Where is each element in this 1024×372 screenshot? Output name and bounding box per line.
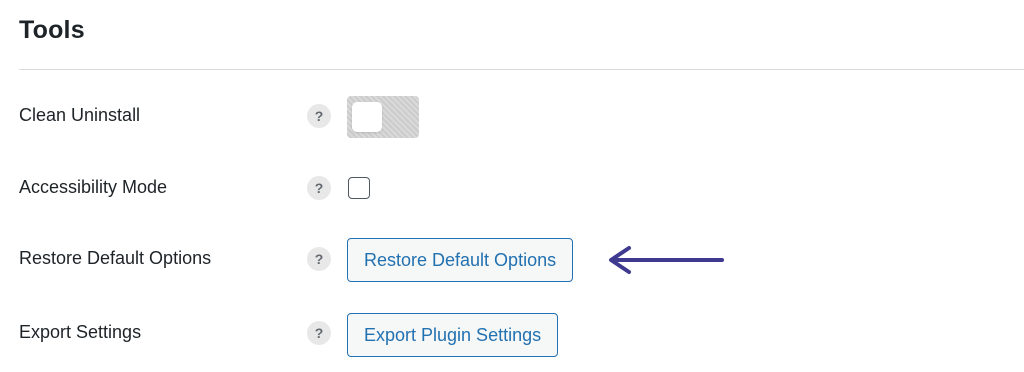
restore-default-options-label: Restore Default Options bbox=[19, 248, 212, 268]
export-plugin-settings-button[interactable]: Export Plugin Settings bbox=[347, 313, 559, 357]
tools-settings-panel: Tools Clean Uninstall ? Accessibility Mo… bbox=[0, 0, 1024, 372]
accessibility-mode-help-icon[interactable]: ? bbox=[307, 176, 331, 200]
section-title: Tools bbox=[19, 16, 85, 44]
section-divider bbox=[19, 69, 1024, 70]
accessibility-mode-checkbox[interactable] bbox=[348, 177, 370, 199]
restore-default-options-button[interactable]: Restore Default Options bbox=[347, 238, 574, 282]
accessibility-mode-label: Accessibility Mode bbox=[19, 177, 168, 197]
toggle-knob bbox=[352, 102, 382, 132]
restore-default-options-help-icon[interactable]: ? bbox=[307, 247, 331, 271]
export-settings-label: Export Settings bbox=[19, 322, 142, 342]
clean-uninstall-help-icon[interactable]: ? bbox=[307, 104, 331, 128]
export-settings-help-icon[interactable]: ? bbox=[307, 321, 331, 345]
arrow-left-icon bbox=[609, 246, 724, 274]
clean-uninstall-label: Clean Uninstall bbox=[19, 105, 141, 125]
clean-uninstall-toggle[interactable] bbox=[347, 96, 419, 138]
